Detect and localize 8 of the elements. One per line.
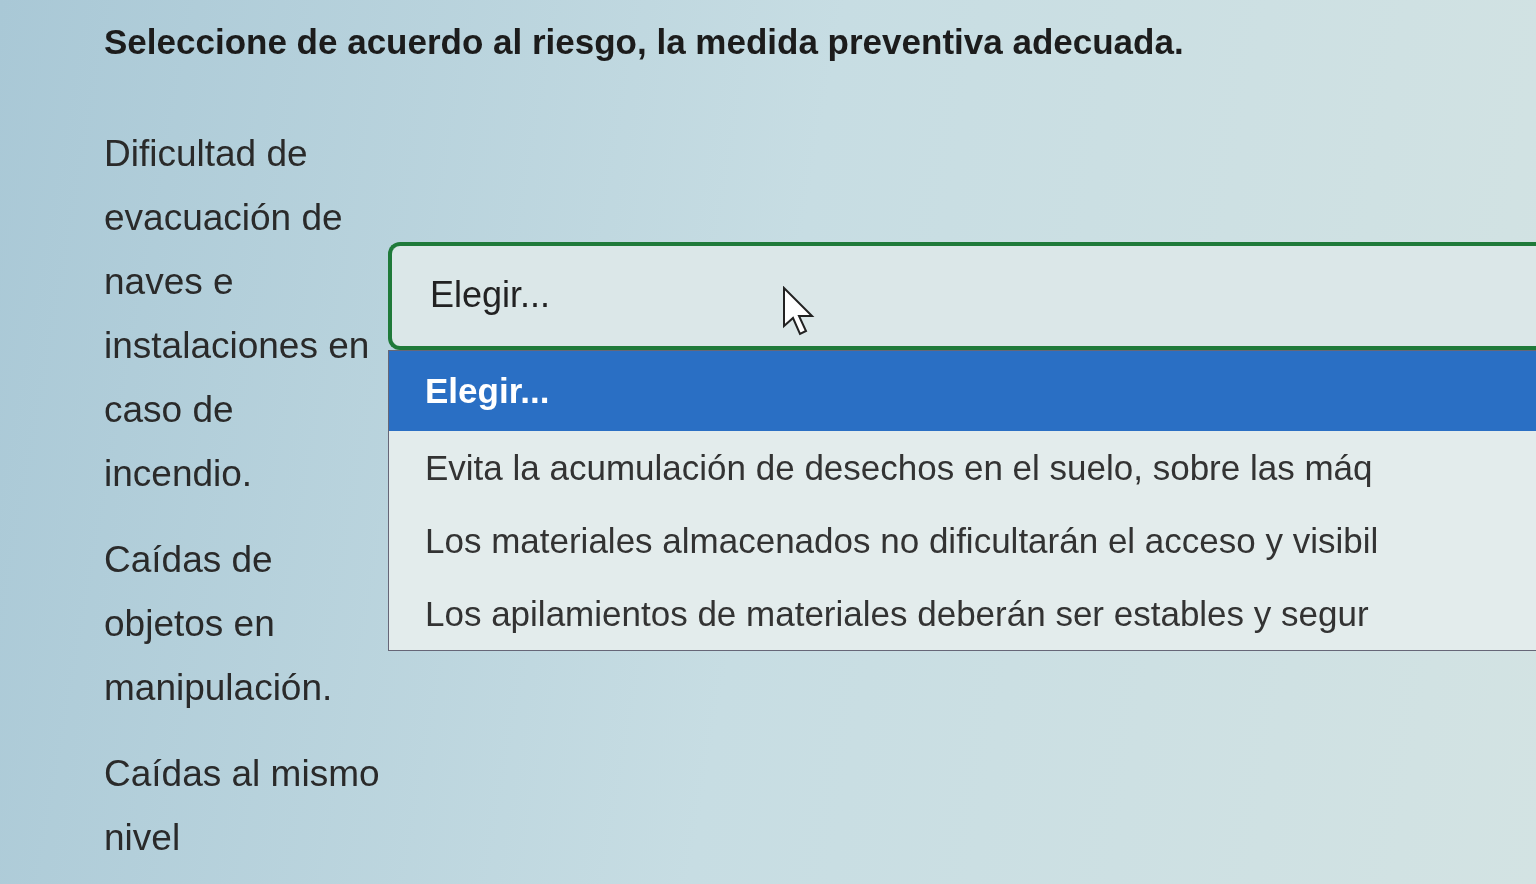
question-text: Seleccione de acuerdo al riesgo, la medida preventiva adecuada. <box>104 22 1185 62</box>
risk-label: Caídas de objetos en manipulación. <box>104 538 334 710</box>
dropdown-option[interactable]: Los materiales almacenados no dificultarán el acceso y visibil <box>389 504 1536 577</box>
dropdown-option[interactable]: Evita la acumulación de desechos en el suelo, sobre las máq <box>389 431 1536 504</box>
dropdown-option[interactable]: Los apilamientos de materiales deberán ser estables y segur <box>389 577 1536 650</box>
risk-label: Dificultad de evacuación de naves e instalaciones en caso de incendio. <box>104 132 371 496</box>
risk-label: Caídas al mismo nivel <box>104 752 381 860</box>
dropdown-option[interactable]: Elegir... <box>389 351 1536 431</box>
